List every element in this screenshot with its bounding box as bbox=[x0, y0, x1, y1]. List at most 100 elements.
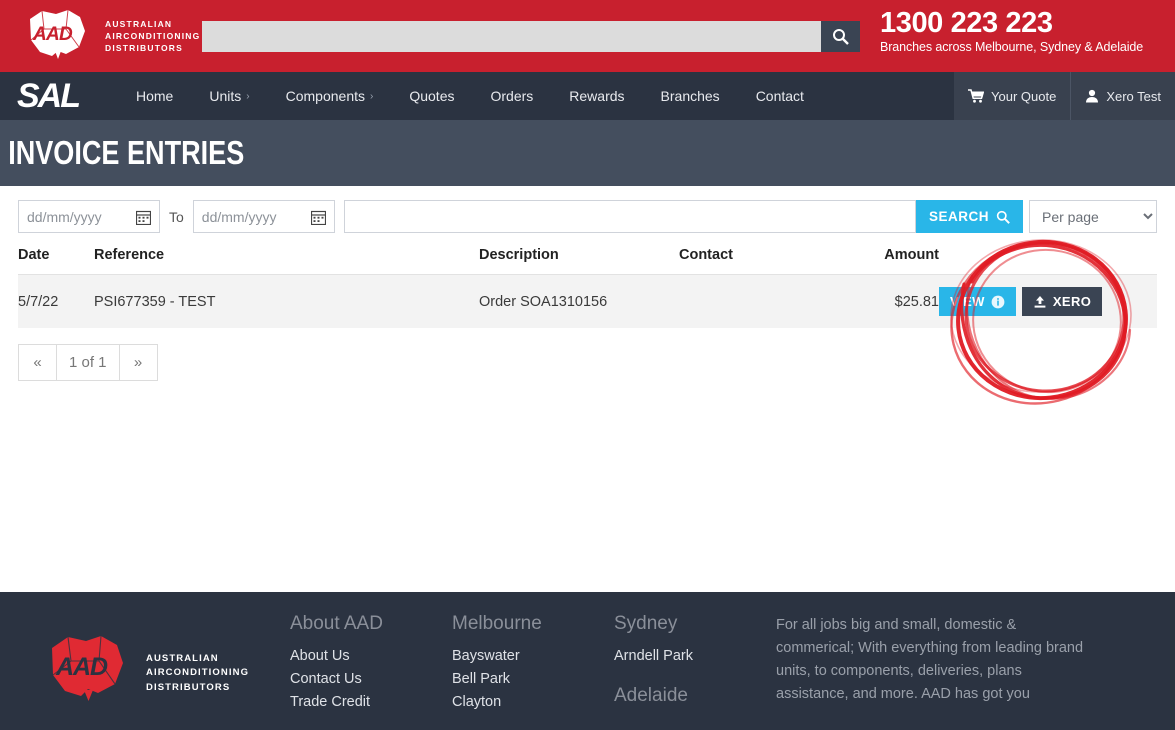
aad-word-line3: DISTRIBUTORS bbox=[105, 43, 183, 54]
header-search bbox=[202, 21, 860, 52]
user-icon bbox=[1086, 89, 1099, 103]
page-title: INVOICE ENTRIES bbox=[8, 134, 245, 171]
nav-item-branches[interactable]: Branches bbox=[643, 72, 738, 120]
filter-row: dd/mm/yyyy To dd/mm/yyyy SEARCH Per page bbox=[18, 186, 1157, 233]
footer-column-melbourne: Melbourne Bayswater Bell Park Clayton bbox=[452, 613, 614, 730]
phone-block: 1300 223 223 Branches across Melbourne, … bbox=[880, 7, 1144, 55]
nav-item-units[interactable]: Units › bbox=[191, 72, 267, 120]
search-button-label: SEARCH bbox=[928, 209, 989, 224]
date-to-field[interactable]: dd/mm/yyyy bbox=[192, 200, 335, 233]
cell-amount: $25.81 bbox=[849, 274, 939, 328]
keyword-search-input[interactable] bbox=[343, 200, 916, 233]
cart-icon bbox=[968, 89, 985, 103]
footer-link-bell-park[interactable]: Bell Park bbox=[452, 668, 614, 691]
nav-item-components[interactable]: Components › bbox=[268, 72, 392, 120]
xero-button[interactable]: XERO bbox=[1021, 287, 1103, 316]
svg-text:A: A bbox=[45, 24, 60, 45]
date-from-field[interactable]: dd/mm/yyyy bbox=[18, 200, 160, 233]
footer-column-sydney: Sydney Arndell Park Adelaide bbox=[614, 613, 776, 730]
nav-item-label: Components bbox=[285, 88, 365, 104]
table-row[interactable]: 5/7/22 PSI677359 - TEST Order SOA1310156… bbox=[18, 274, 1157, 328]
footer-link-about-us[interactable]: About Us bbox=[290, 645, 452, 668]
nav-item-label: Quotes bbox=[409, 88, 455, 104]
column-header-description: Description bbox=[479, 247, 559, 263]
column-header-actions bbox=[939, 247, 1157, 275]
invoice-entries-table: Date Reference Description Contact Amoun… bbox=[18, 247, 1157, 328]
column-header-amount: Amount bbox=[884, 247, 939, 263]
sal-logo-text: SAL bbox=[17, 77, 81, 115]
pagination-last-button[interactable]: » bbox=[118, 344, 158, 381]
footer-link-arndell-park[interactable]: Arndell Park bbox=[614, 645, 776, 668]
footer-heading-melbourne: Melbourne bbox=[452, 613, 542, 634]
footer-word-line3: DISTRIBUTORS bbox=[146, 681, 231, 693]
cell-actions: VIEW XERO bbox=[939, 274, 1157, 328]
view-button-label: VIEW bbox=[950, 294, 985, 309]
nav-item-home[interactable]: Home bbox=[118, 72, 191, 120]
phone-subtitle: Branches across Melbourne, Sydney & Adel… bbox=[880, 40, 1144, 55]
site-footer: A A D AUSTRALIAN AIRCONDITIONING DISTRIB… bbox=[0, 592, 1175, 730]
footer-link-contact-us[interactable]: Contact Us bbox=[290, 668, 452, 691]
aad-logo[interactable]: A A D AUSTRALIAN AIRCONDITIONING DISTRIB… bbox=[0, 7, 200, 65]
footer-heading-sydney: Sydney bbox=[614, 613, 678, 634]
column-header-contact: Contact bbox=[679, 247, 733, 263]
nav-item-label: Orders bbox=[490, 88, 534, 104]
nav-item-rewards[interactable]: Rewards bbox=[551, 72, 642, 120]
table-body: 5/7/22 PSI677359 - TEST Order SOA1310156… bbox=[18, 274, 1157, 328]
aad-word-line2: AIRCONDITIONING bbox=[105, 30, 201, 41]
nav-item-orders[interactable]: Orders bbox=[472, 72, 551, 120]
nav-item-label: Branches bbox=[660, 88, 720, 104]
your-quote-label: Your Quote bbox=[991, 88, 1057, 104]
xero-button-label: XERO bbox=[1052, 294, 1092, 309]
footer-link-trade-credit[interactable]: Trade Credit bbox=[290, 691, 452, 714]
upload-icon bbox=[1034, 295, 1046, 308]
footer-link-bayswater[interactable]: Bayswater bbox=[452, 645, 614, 668]
nav-item-contact[interactable]: Contact bbox=[738, 72, 822, 120]
nav-item-quotes[interactable]: Quotes bbox=[391, 72, 472, 120]
calendar-icon[interactable] bbox=[310, 210, 326, 230]
main-content: dd/mm/yyyy To dd/mm/yyyy SEARCH Per page… bbox=[0, 186, 1175, 381]
footer-heading-about: About AAD bbox=[290, 613, 383, 634]
footer-logo[interactable]: A A D AUSTRALIAN AIRCONDITIONING DISTRIB… bbox=[0, 614, 290, 730]
footer-blurb: For all jobs big and small, domestic & c… bbox=[776, 617, 1084, 702]
chevron-right-icon: › bbox=[246, 90, 250, 102]
per-page-select[interactable]: Per page bbox=[1029, 200, 1157, 233]
aad-logo-mark: A A D bbox=[22, 7, 94, 65]
svg-text:A: A bbox=[72, 653, 91, 681]
date-to-placeholder: dd/mm/yyyy bbox=[201, 208, 277, 225]
info-circle-icon bbox=[991, 295, 1005, 308]
page-title-band: INVOICE ENTRIES bbox=[0, 120, 1175, 186]
cell-description: Order SOA1310156 bbox=[479, 274, 679, 328]
pagination: « 1 of 1 » bbox=[18, 344, 1157, 381]
footer-column-blurb: For all jobs big and small, domestic & c… bbox=[776, 614, 1106, 730]
footer-logo-mark: A A D bbox=[42, 632, 134, 708]
phone-number[interactable]: 1300 223 223 bbox=[880, 7, 1143, 39]
nav-right: Your Quote Xero Test bbox=[954, 72, 1175, 120]
pagination-first-button[interactable]: « bbox=[18, 344, 57, 381]
search-button[interactable]: SEARCH bbox=[915, 200, 1023, 233]
nav-items: Home Units › Components › Quotes Orders … bbox=[118, 72, 822, 120]
column-header-reference: Reference bbox=[94, 247, 165, 263]
aad-logo-wordmark: AUSTRALIAN AIRCONDITIONING DISTRIBUTORS bbox=[105, 18, 200, 55]
svg-text:A: A bbox=[32, 24, 47, 45]
header-search-button[interactable] bbox=[821, 21, 860, 52]
calendar-icon[interactable] bbox=[135, 210, 152, 230]
view-button[interactable]: VIEW bbox=[939, 287, 1016, 316]
search-icon bbox=[996, 210, 1010, 224]
svg-text:A: A bbox=[55, 653, 74, 681]
main-navbar: SAL Home Units › Components › Quotes Ord… bbox=[0, 72, 1175, 120]
column-header-date: Date bbox=[18, 247, 50, 263]
search-icon bbox=[833, 29, 849, 45]
account-label: Xero Test bbox=[1106, 88, 1161, 104]
header-search-input[interactable] bbox=[202, 21, 821, 52]
aad-word-line1: AUSTRALIAN bbox=[105, 18, 173, 29]
table-head: Date Reference Description Contact Amoun… bbox=[18, 247, 1157, 275]
footer-column-about: About AAD About Us Contact Us Trade Cred… bbox=[290, 613, 452, 730]
account-button[interactable]: Xero Test bbox=[1070, 72, 1175, 120]
footer-word-line1: AUSTRALIAN bbox=[146, 653, 219, 664]
sal-logo[interactable]: SAL bbox=[0, 72, 118, 120]
nav-item-label: Home bbox=[136, 88, 174, 104]
nav-item-label: Units bbox=[209, 88, 242, 104]
your-quote-button[interactable]: Your Quote bbox=[954, 72, 1071, 120]
footer-logo-wordmark: AUSTRALIAN AIRCONDITIONING DISTRIBUTORS bbox=[146, 652, 249, 695]
footer-link-clayton[interactable]: Clayton bbox=[452, 691, 614, 714]
